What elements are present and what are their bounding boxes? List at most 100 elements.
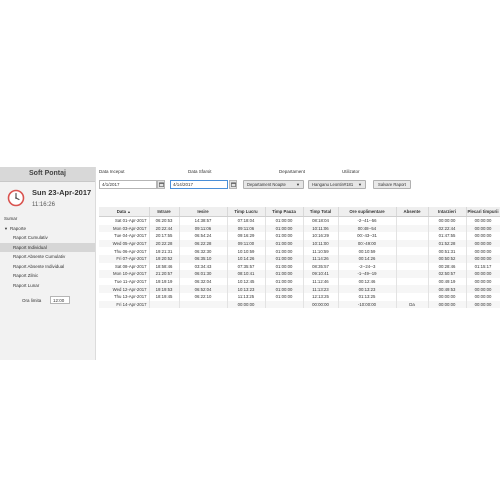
table-cell: 00:00:00 xyxy=(466,277,500,286)
table-cell: 10:11:06 xyxy=(303,224,339,233)
table-cell xyxy=(396,239,429,248)
nav-item-raport-cumulativ[interactable]: Raport Cumulativ xyxy=(0,233,95,243)
table-row[interactable]: Mon 03-Apr-2017 20:22:44 09:11:06 09:11:06 0… xyxy=(99,224,500,233)
table-cell xyxy=(149,300,180,309)
table-cell: 00:28:46 xyxy=(428,262,467,271)
table-cell: Fri 14-Apr-2017 xyxy=(99,300,150,309)
table-cell: 01:00:00 xyxy=(265,239,304,248)
table-cell: 00:00:00 xyxy=(428,216,467,225)
table-cell: 00:00:00 xyxy=(466,216,500,225)
department-select[interactable]: Departament Noapte ▼ xyxy=(243,180,304,189)
expand-triangle-icon[interactable]: ▼ xyxy=(4,226,8,231)
table-cell: 03:34:43 xyxy=(179,262,228,271)
table-cell: 01:00:00 xyxy=(265,285,304,293)
table-cell: 01:00:00 xyxy=(265,292,304,301)
table-cell: 11:12:46 xyxy=(303,277,339,286)
table-cell: Sat 01-Apr-2017 xyxy=(99,216,150,225)
table-cell: 18:19:45 xyxy=(149,292,180,301)
table-cell: 06:20:53 xyxy=(149,216,180,225)
sort-ascending-icon: ▲ xyxy=(127,210,131,214)
column-header-iesire[interactable]: Iesire xyxy=(179,207,228,217)
table-row[interactable]: Wed 05-Apr-2017 20:22:28 06:22:28 09:11:00 0… xyxy=(99,239,500,248)
table-cell: Wed 05-Apr-2017 xyxy=(99,239,150,248)
table-cell: 07:35:57 xyxy=(227,262,266,271)
column-header-intarzieri[interactable]: Intarzieri xyxy=(428,207,467,217)
table-cell: 19:19:19 xyxy=(149,277,180,286)
table-row[interactable]: Thu 06-Apr-2017 19:21:31 06:32:30 10:10:59 0… xyxy=(99,247,500,255)
table-cell: 01:47:55 xyxy=(428,232,467,240)
table-cell: 09:10:41 xyxy=(303,270,339,278)
nav-item-raport-zilnic[interactable]: Raport Zilnic xyxy=(0,271,95,281)
table-cell xyxy=(396,285,429,293)
nav-item-sumar[interactable]: Sumar xyxy=(0,214,95,224)
user-select[interactable]: Hanganu Leontin#181 ▼ xyxy=(308,180,366,189)
table-cell: 10:11:00 xyxy=(303,239,339,248)
save-report-button[interactable]: Salvare Raport xyxy=(373,180,411,189)
nav-item-raport-lunar[interactable]: Raport Lunar xyxy=(0,281,95,291)
column-header-timp-pauza[interactable]: Timp Pauza xyxy=(265,207,304,217)
start-date-field[interactable]: 4/1/2017 xyxy=(99,180,157,189)
table-row[interactable]: Mon 10-Apr-2017 21:20:57 06:01:30 08:10:41 0… xyxy=(99,270,500,278)
nav-item-raport-individual[interactable]: Raport Individual xyxy=(0,242,95,252)
table-body: Sat 01-Apr-2017 06:20:53 14:38:57 07:18:04 0… xyxy=(99,216,500,309)
nav-item-raport-absente-individual[interactable]: Raport Absente Individual xyxy=(0,262,95,272)
table-cell: Fri 07-Apr-2017 xyxy=(99,254,150,263)
table-cell: 02:22:44 xyxy=(428,224,467,233)
table-cell: 00:00:00 xyxy=(466,270,500,278)
clock-icon xyxy=(7,189,25,207)
app-title: Soft Pontaj xyxy=(0,167,95,182)
table-cell: 19:20:52 xyxy=(149,254,180,263)
start-calendar-button[interactable] xyxy=(157,180,165,189)
table-row[interactable]: Tue 11-Apr-2017 19:19:19 06:32:04 10:12:45 0… xyxy=(99,277,500,286)
table-row[interactable]: Thu 13-Apr-2017 18:19:45 06:22:10 11:13:25 0… xyxy=(99,292,500,301)
table-cell: Tue 11-Apr-2017 xyxy=(99,277,150,286)
table-row[interactable]: Wed 12-Apr-2017 19:19:53 06:52:04 10:13:23 0… xyxy=(99,285,500,293)
user-label: Utilizator xyxy=(342,169,360,174)
table-row[interactable]: Fri 07-Apr-2017 19:20:52 06:35:10 10:14:26 0… xyxy=(99,254,500,263)
column-header-plecari-timpurii[interactable]: Plecari timpurii xyxy=(466,207,500,217)
table-cell: 01:00:00 xyxy=(265,262,304,271)
department-value: Departament Noapte xyxy=(247,182,286,187)
table-cell: 00:00:00 xyxy=(466,285,500,293)
table-cell: 06:01:30 xyxy=(179,270,228,278)
start-date-label: Data Inceput xyxy=(99,169,125,174)
current-time: 11:16:26 xyxy=(32,202,55,208)
end-calendar-button[interactable] xyxy=(229,180,237,189)
column-header-absente[interactable]: Absente xyxy=(396,207,429,217)
table-cell: 11:13:25 xyxy=(227,292,266,301)
table-row[interactable]: Tue 04-Apr-2017 20:17:55 06:54:24 09:16:29 0… xyxy=(99,232,500,240)
department-label: Departament xyxy=(279,169,306,174)
column-header-timp-total[interactable]: Timp Total xyxy=(303,207,339,217)
table-cell: 00:00:00 xyxy=(466,292,500,301)
chevron-down-icon: ▼ xyxy=(358,182,362,187)
table-cell: 06:52:04 xyxy=(179,285,228,293)
table-cell xyxy=(396,270,429,278)
column-header-timp-lucru[interactable]: Timp Lucru xyxy=(227,207,266,217)
table-row[interactable]: Sat 01-Apr-2017 06:20:53 14:38:57 07:18:04 0… xyxy=(99,216,500,225)
table-cell: 19:21:31 xyxy=(149,247,180,255)
table-cell: 00:14:26 xyxy=(338,254,397,263)
nav-item-raport-absente-cumulativ[interactable]: Raport Absente Cumulativ xyxy=(0,252,95,262)
table-cell: 08:18:04 xyxy=(303,216,339,225)
end-date-field[interactable]: 4/14/2017 xyxy=(170,180,228,189)
table-cell xyxy=(396,247,429,255)
current-date: Sun 23-Apr-2017 xyxy=(32,188,92,197)
table-cell: 00:48--54 xyxy=(338,224,397,233)
table-cell: 00:00:00 xyxy=(466,300,500,309)
ora-limita-input[interactable]: 12:00 xyxy=(50,296,70,304)
column-header-intrare[interactable]: Intrare xyxy=(149,207,180,217)
table-cell: 01:15:17 xyxy=(466,262,500,271)
nav-item-raporte[interactable]: ▼ Raporte xyxy=(0,224,95,234)
table-cell: 01:52:28 xyxy=(428,239,467,248)
chevron-down-icon: ▼ xyxy=(296,182,300,187)
table-cell: 11:13:23 xyxy=(303,285,339,293)
table-row[interactable]: Sat 08-Apr-2017 18:58:46 03:34:43 07:35:57 0… xyxy=(99,262,500,271)
table-cell: 09:11:00 xyxy=(227,239,266,248)
table-cell: 09:11:06 xyxy=(227,224,266,233)
table-cell: -1--49--19 xyxy=(338,270,397,278)
table-cell: 00:10:59 xyxy=(338,247,397,255)
table-row[interactable]: Fri 14-Apr-2017 00:00:00 00:00:00 -10:00:00… xyxy=(99,300,500,309)
column-header-ore-suplimentare[interactable]: Ore suplimentare xyxy=(338,207,397,217)
table-cell: 06:54:24 xyxy=(179,232,228,240)
column-header-data[interactable]: Data ▲ xyxy=(99,207,150,217)
